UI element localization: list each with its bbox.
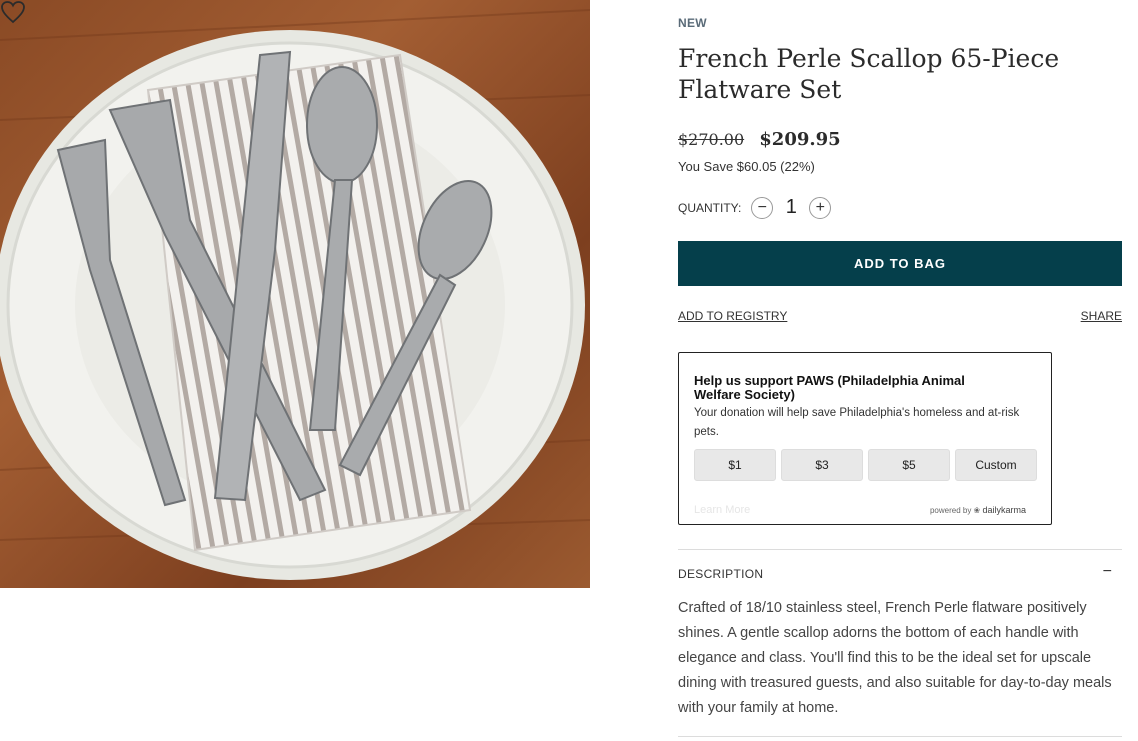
donation-title: Help us support PAWS (Philadelphia Anima… — [694, 373, 965, 402]
learn-more-link[interactable]: Learn More — [694, 504, 750, 516]
increase-quantity-button[interactable]: + — [809, 196, 832, 219]
decrease-quantity-button[interactable]: − — [751, 196, 774, 219]
quantity-value[interactable]: 1 — [773, 196, 809, 219]
new-badge: NEW — [678, 16, 707, 30]
product-image — [0, 0, 590, 588]
donate-5-button[interactable]: $5 — [868, 449, 950, 481]
donation-amounts: $1 $3 $5 Custom — [694, 449, 1037, 481]
savings-text: You Save $60.05 (22%) — [678, 159, 815, 174]
donation-widget: Help us support PAWS (Philadelphia Anima… — [678, 352, 1052, 525]
divider — [678, 736, 1122, 737]
flatware-illustration — [0, 9, 590, 580]
donate-3-button[interactable]: $3 — [781, 449, 863, 481]
quantity-label: QUANTITY: — [678, 200, 742, 215]
sale-price: $209.95 — [759, 129, 841, 150]
powered-by-dailykarma: powered by ❀ dailykarma — [930, 505, 1026, 515]
donate-1-button[interactable]: $1 — [694, 449, 776, 481]
favorite-heart-icon[interactable] — [0, 0, 26, 24]
share-link[interactable]: SHARE — [1081, 309, 1122, 323]
add-to-registry-link[interactable]: ADD TO REGISTRY — [678, 309, 787, 323]
donate-custom-button[interactable]: Custom — [955, 449, 1037, 481]
powered-by-text: powered by — [929, 506, 972, 515]
donation-text: Your donation will help save Philadelphi… — [694, 407, 1020, 438]
description-heading[interactable]: DESCRIPTION — [678, 567, 763, 581]
description-body: Crafted of 18/10 stainless steel, French… — [678, 600, 1112, 716]
original-price: $270.00 — [678, 130, 745, 149]
price-row: $270.00 $209.95 — [678, 129, 841, 150]
add-to-bag-button[interactable]: ADD TO BAG — [678, 241, 1122, 286]
collapse-description-icon[interactable]: − — [1103, 563, 1112, 581]
divider — [678, 549, 1122, 550]
quantity-stepper: QUANTITY: − 1 + — [678, 196, 832, 219]
dailykarma-logo-icon: ❀ — [973, 506, 981, 515]
product-title: French Perle Scallop 65-Piece Flatware S… — [678, 44, 1060, 104]
dailykarma-brand: dailykarma — [982, 505, 1026, 515]
